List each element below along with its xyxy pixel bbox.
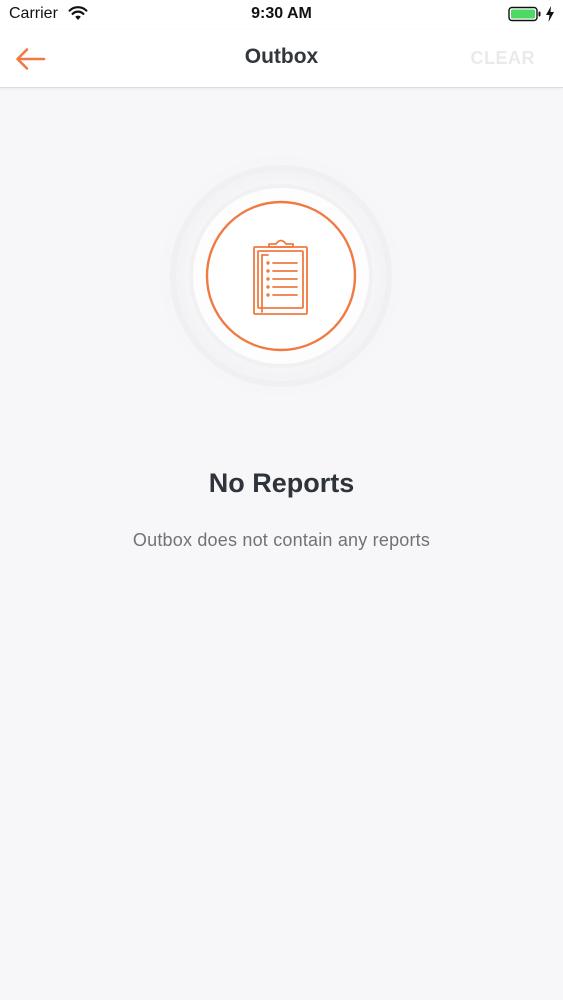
empty-state-title: No Reports — [208, 468, 355, 498]
status-bar: Carrier 9:30 AM — [0, 0, 563, 30]
clear-button[interactable]: CLEAR — [471, 48, 536, 69]
empty-state-illustration — [153, 148, 409, 404]
clock: 9:30 AM — [251, 5, 312, 22]
empty-state-subtitle: Outbox does not contain any reports — [132, 530, 431, 550]
charging-icon — [546, 6, 554, 22]
battery-icon — [508, 6, 541, 22]
navigation-bar: Outbox CLEAR — [0, 30, 563, 88]
icon-ring — [205, 200, 357, 352]
